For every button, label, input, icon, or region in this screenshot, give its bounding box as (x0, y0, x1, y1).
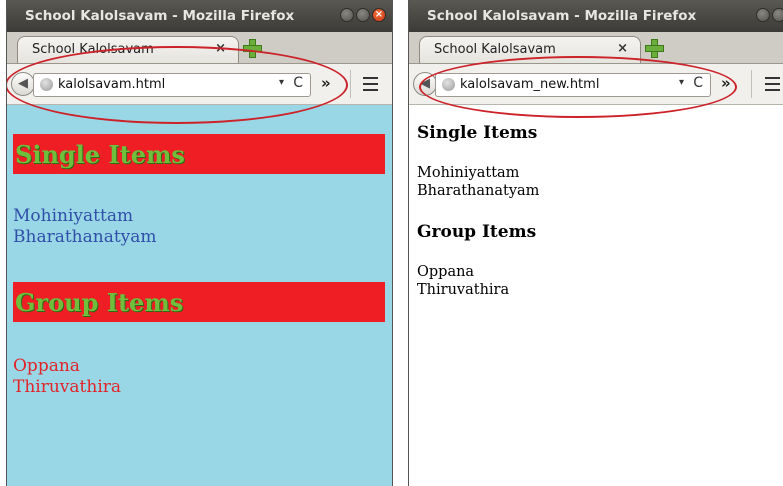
group-items-heading: Group Items (417, 222, 537, 242)
group-items-heading: Group Items (13, 282, 385, 322)
navigation-toolbar: ◀ kalolsavam.html ▾ C » (7, 64, 392, 105)
tab-close-icon[interactable]: × (215, 41, 226, 56)
maximize-button[interactable] (356, 8, 370, 22)
single-items-heading: Single Items (13, 134, 385, 174)
reload-icon[interactable]: C (693, 75, 703, 91)
toolbar-overflow-button[interactable]: » (721, 74, 731, 92)
tab-label: School Kalolsavam (32, 42, 154, 57)
window-controls: × (756, 8, 783, 22)
globe-icon (442, 78, 455, 91)
back-button[interactable]: ◀ (413, 72, 437, 96)
single-items-list: Mohiniyattam Bharathanatyam (13, 206, 157, 248)
globe-icon (40, 78, 53, 91)
reload-icon[interactable]: C (293, 75, 303, 91)
maximize-button[interactable] (772, 8, 783, 22)
tab-school-kalolsavam[interactable]: School Kalolsavam × (419, 36, 641, 63)
history-dropdown-icon[interactable]: ▾ (679, 77, 684, 88)
list-item: Bharathanatyam (13, 227, 157, 247)
list-item: Oppana (13, 356, 80, 376)
new-tab-plus-icon[interactable] (243, 39, 262, 58)
url-text: kalolsavam_new.html (460, 77, 600, 92)
single-items-list: Mohiniyattam Bharathanatyam (417, 164, 539, 200)
tab-school-kalolsavam[interactable]: School Kalolsavam × (17, 36, 239, 63)
hamburger-menu-icon[interactable] (363, 77, 378, 95)
tab-close-icon[interactable]: × (617, 41, 628, 56)
window-controls: × (340, 8, 386, 22)
minimize-button[interactable] (340, 8, 354, 22)
toolbar-overflow-button[interactable]: » (321, 74, 331, 92)
list-item: Bharathanatyam (417, 183, 540, 199)
tab-label: School Kalolsavam (434, 42, 556, 57)
browser-window-left: School Kalolsavam - Mozilla Firefox × Sc… (6, 0, 393, 486)
window-title: School Kalolsavam - Mozilla Firefox (25, 8, 295, 24)
new-tab-plus-icon[interactable] (645, 39, 664, 58)
hamburger-menu-icon[interactable] (765, 77, 780, 95)
url-text: kalolsavam.html (58, 77, 166, 92)
list-item: Thiruvathira (13, 377, 122, 397)
navigation-toolbar: ◀ kalolsavam_new.html ▾ C » (409, 64, 783, 105)
back-button[interactable]: ◀ (11, 72, 35, 96)
group-items-list: Oppana Thiruvathira (417, 263, 509, 299)
minimize-button[interactable] (756, 8, 770, 22)
window-titlebar[interactable]: School Kalolsavam - Mozilla Firefox × (409, 0, 783, 32)
browser-window-right: School Kalolsavam - Mozilla Firefox × Sc… (408, 0, 783, 486)
list-item: Oppana (417, 264, 475, 280)
list-item: Thiruvathira (417, 282, 510, 298)
close-window-button[interactable]: × (372, 8, 386, 22)
single-items-heading: Single Items (417, 123, 538, 143)
tab-strip: School Kalolsavam × (7, 32, 392, 64)
page-content: Single Items Mohiniyattam Bharathanatyam… (409, 105, 783, 486)
toolbar-divider (350, 70, 351, 98)
url-bar[interactable]: kalolsavam_new.html ▾ C (435, 73, 711, 97)
tab-strip: School Kalolsavam × (409, 32, 783, 64)
window-titlebar[interactable]: School Kalolsavam - Mozilla Firefox × (7, 0, 392, 32)
list-item: Mohiniyattam (417, 165, 520, 181)
list-item: Mohiniyattam (13, 206, 134, 226)
page-content: Single Items Mohiniyattam Bharathanatyam… (7, 105, 392, 486)
url-bar[interactable]: kalolsavam.html ▾ C (33, 73, 311, 97)
window-title: School Kalolsavam - Mozilla Firefox (427, 8, 697, 24)
toolbar-divider (751, 70, 752, 98)
history-dropdown-icon[interactable]: ▾ (279, 77, 284, 88)
group-items-list: Oppana Thiruvathira (13, 356, 121, 398)
